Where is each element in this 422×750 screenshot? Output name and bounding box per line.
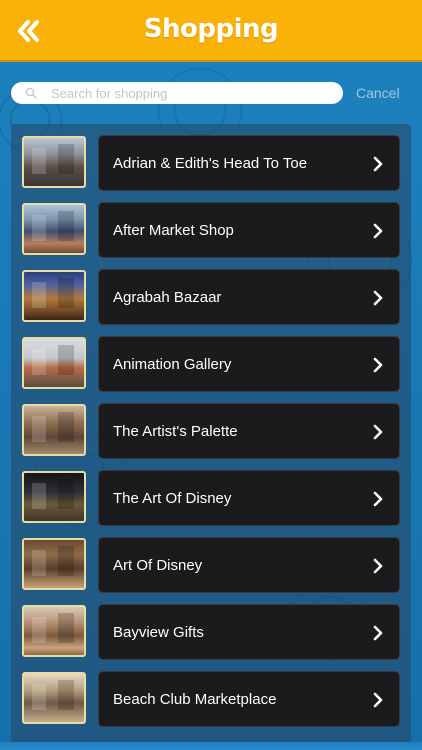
list-item-button[interactable]: Art Of Disney — [98, 537, 400, 593]
shop-thumbnail — [22, 270, 86, 322]
list-item-button[interactable]: The Art Of Disney — [98, 470, 400, 526]
list-item-label: After Market Shop — [113, 222, 234, 239]
shop-thumbnail — [22, 136, 86, 188]
chevron-right-icon — [373, 625, 383, 641]
chevron-right-icon — [373, 692, 383, 708]
list-item[interactable]: Adrian & Edith's Head To Toe — [22, 135, 400, 191]
shop-thumbnail — [22, 538, 86, 590]
list-item-label: The Art Of Disney — [113, 490, 232, 507]
list-item-label: Agrabah Bazaar — [113, 289, 222, 306]
list-item-label: Bayview Gifts — [113, 624, 204, 641]
list-item[interactable]: Bayview Gifts — [22, 604, 400, 660]
list-item-button[interactable]: Adrian & Edith's Head To Toe — [98, 135, 400, 191]
chevron-right-icon — [373, 558, 383, 574]
shop-thumbnail — [22, 471, 86, 523]
list-item[interactable]: Agrabah Bazaar — [22, 269, 400, 325]
shop-thumbnail — [22, 404, 86, 456]
chevron-right-icon — [373, 357, 383, 373]
list-item[interactable]: The Art Of Disney — [22, 470, 400, 526]
list-item-label: Animation Gallery — [113, 356, 232, 373]
list-item-label: Beach Club Marketplace — [113, 691, 277, 708]
list-item[interactable]: After Market Shop — [22, 202, 400, 258]
list-item[interactable]: Beach Club Marketplace — [22, 671, 400, 727]
list-item[interactable]: The Artist's Palette — [22, 403, 400, 459]
search-input[interactable] — [51, 84, 331, 102]
header-bar: Shopping — [0, 0, 422, 62]
bottom-divider — [0, 742, 422, 750]
chevron-right-icon — [373, 156, 383, 172]
shop-thumbnail — [22, 605, 86, 657]
list-item[interactable]: Art Of Disney — [22, 537, 400, 593]
list-item[interactable]: Animation Gallery — [22, 336, 400, 392]
list-item-button[interactable]: Beach Club Marketplace — [98, 671, 400, 727]
list-item-button[interactable]: Bayview Gifts — [98, 604, 400, 660]
shop-thumbnail — [22, 672, 86, 724]
list-item-button[interactable]: After Market Shop — [98, 202, 400, 258]
shop-thumbnail — [22, 337, 86, 389]
list-item-button[interactable]: The Artist's Palette — [98, 403, 400, 459]
list-item-button[interactable]: Animation Gallery — [98, 336, 400, 392]
cancel-button[interactable]: Cancel — [356, 85, 400, 101]
list-item-label: The Artist's Palette — [113, 423, 238, 440]
chevron-right-icon — [373, 424, 383, 440]
chevron-right-icon — [373, 491, 383, 507]
list-item-label: Art Of Disney — [113, 557, 203, 574]
search-bar[interactable] — [11, 82, 343, 104]
page-title: Shopping — [143, 14, 279, 44]
list-item-label: Adrian & Edith's Head To Toe — [113, 155, 308, 172]
chevron-right-icon — [373, 223, 383, 239]
shop-thumbnail — [22, 203, 86, 255]
list-item-button[interactable]: Agrabah Bazaar — [98, 269, 400, 325]
shopping-list: Adrian & Edith's Head To Toe After Marke… — [11, 124, 411, 750]
chevron-right-icon — [373, 290, 383, 306]
search-icon — [25, 87, 37, 99]
